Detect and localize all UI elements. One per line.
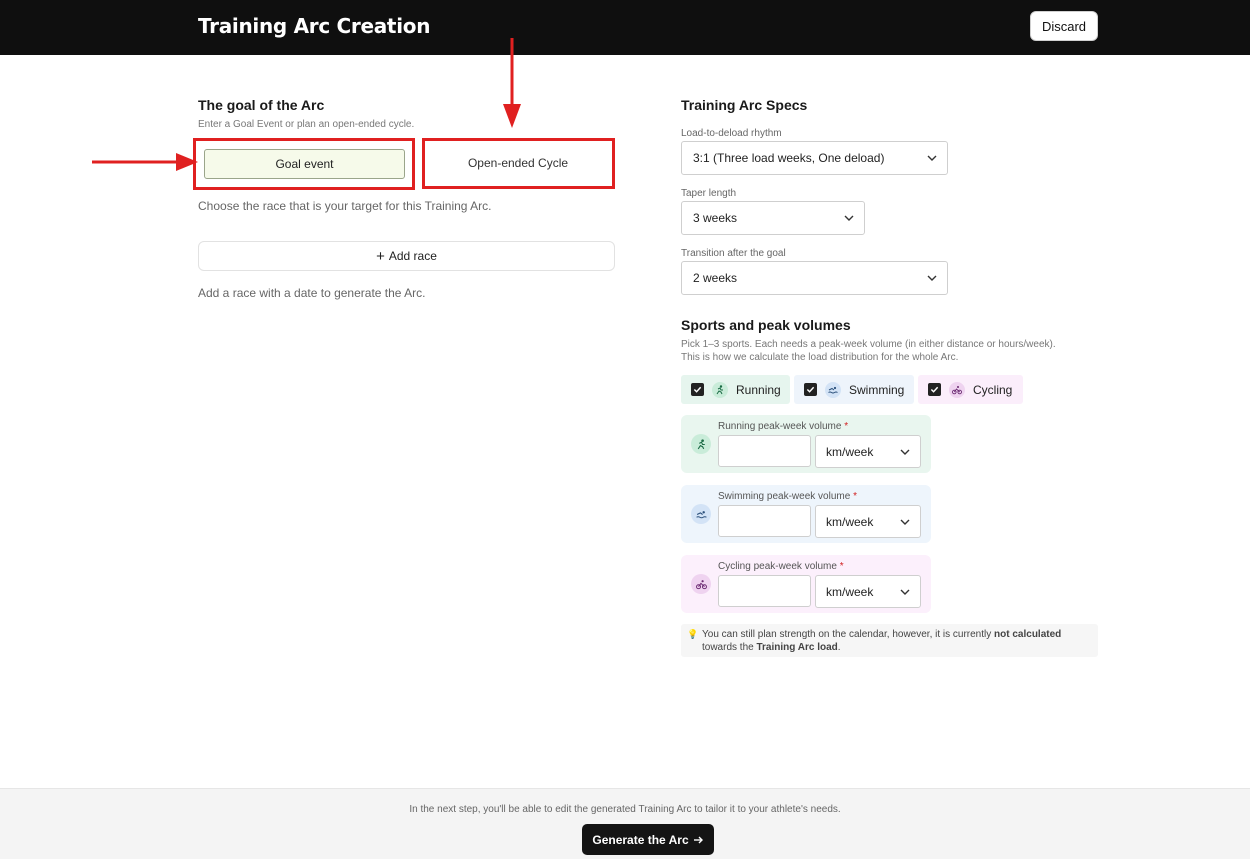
annotation-arrow-down: [503, 38, 521, 128]
swimming-unit-select[interactable]: km/week: [815, 505, 921, 538]
unit-value: km/week: [826, 584, 874, 599]
transition-value: 2 weeks: [693, 271, 738, 285]
unit-value: km/week: [826, 514, 874, 529]
chevron-down-icon: [900, 519, 910, 525]
generate-arc-button[interactable]: Generate the Arc: [582, 824, 714, 855]
checkbox-checked-icon[interactable]: [928, 383, 941, 396]
annotation-box-open-cycle: [422, 138, 615, 189]
chevron-down-icon: [844, 215, 854, 221]
rhythm-select[interactable]: 3:1 (Three load weeks, One deload): [681, 141, 948, 175]
goal-section-title: The goal of the Arc: [198, 97, 325, 113]
lightbulb-icon: 💡: [687, 629, 699, 639]
running-volume-card: Running peak-week volume * km/week: [681, 415, 931, 473]
running-icon: [712, 381, 728, 398]
swimming-icon: [691, 504, 711, 524]
cycling-volume-label: Cycling peak-week volume *: [718, 561, 844, 572]
annotation-box-goal-event: [193, 138, 415, 190]
footer-bar: In the next step, you'll be able to edit…: [0, 788, 1250, 859]
unit-value: km/week: [826, 444, 874, 459]
cycling-volume-input[interactable]: [718, 575, 811, 607]
discard-button[interactable]: Discard: [1030, 11, 1098, 41]
generate-arc-label: Generate the Arc: [592, 832, 689, 847]
chevron-down-icon: [900, 449, 910, 455]
sports-section-title: Sports and peak volumes: [681, 317, 851, 333]
rhythm-label: Load-to-deload rhythm: [681, 128, 782, 139]
running-volume-label: Running peak-week volume *: [718, 421, 849, 432]
add-race-label: Add race: [388, 249, 437, 263]
running-unit-select[interactable]: km/week: [815, 435, 921, 468]
swimming-volume-input[interactable]: [718, 505, 811, 537]
sport-chip-cycling[interactable]: Cycling: [918, 375, 1023, 404]
sports-desc-line2: This is how we calculate the load distri…: [681, 352, 959, 363]
page-title: Training Arc Creation: [198, 14, 431, 38]
swimming-volume-label: Swimming peak-week volume *: [718, 491, 857, 502]
swimming-volume-card: Swimming peak-week volume * km/week: [681, 485, 931, 543]
running-volume-input[interactable]: [718, 435, 811, 467]
top-bar: Training Arc Creation Discard: [0, 0, 1250, 55]
plus-icon: +: [376, 247, 385, 265]
cycling-icon: [949, 381, 965, 398]
add-race-button[interactable]: + Add race: [198, 241, 615, 271]
cycling-unit-select[interactable]: km/week: [815, 575, 921, 608]
taper-label: Taper length: [681, 188, 737, 199]
taper-select[interactable]: 3 weeks: [681, 201, 865, 235]
taper-value: 3 weeks: [693, 211, 738, 225]
chevron-down-icon: [927, 155, 937, 161]
sport-chip-running[interactable]: Running: [681, 375, 790, 404]
cycling-icon: [691, 574, 711, 594]
sport-chip-label: Cycling: [973, 382, 1013, 397]
annotation-arrow-right: [92, 153, 198, 171]
choose-race-text: Choose the race that is your target for …: [198, 199, 492, 213]
checkbox-checked-icon[interactable]: [804, 383, 817, 396]
sport-chip-label: Swimming: [849, 382, 905, 397]
sports-desc-line1: Pick 1–3 sports. Each needs a peak-week …: [681, 339, 1056, 350]
specs-section-title: Training Arc Specs: [681, 97, 808, 113]
goal-section-subtitle: Enter a Goal Event or plan an open-ended…: [198, 119, 415, 130]
checkbox-checked-icon[interactable]: [691, 383, 704, 396]
running-icon: [691, 434, 711, 454]
cycling-volume-card: Cycling peak-week volume * km/week: [681, 555, 931, 613]
strength-tip: 💡 You can still plan strength on the cal…: [681, 624, 1098, 657]
swimming-icon: [825, 381, 841, 398]
transition-select[interactable]: 2 weeks: [681, 261, 948, 295]
chevron-down-icon: [900, 589, 910, 595]
arrow-right-icon: [693, 836, 703, 843]
chevron-down-icon: [927, 275, 937, 281]
rhythm-value: 3:1 (Three load weeks, One deload): [693, 151, 885, 165]
transition-label: Transition after the goal: [681, 248, 786, 259]
sport-chip-swimming[interactable]: Swimming: [794, 375, 914, 404]
sport-chip-label: Running: [736, 382, 781, 397]
add-race-hint: Add a race with a date to generate the A…: [198, 286, 426, 300]
footer-note: In the next step, you'll be able to edit…: [409, 804, 841, 815]
